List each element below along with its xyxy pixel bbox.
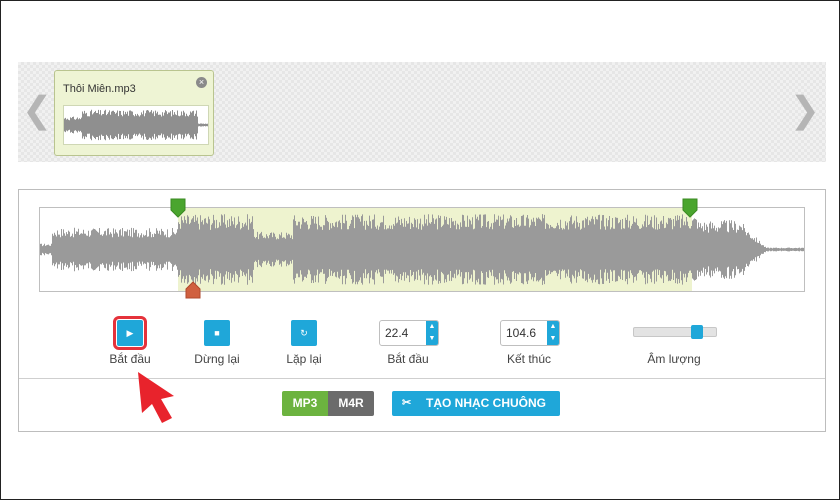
close-circle-icon[interactable]: × [196,77,207,88]
file-name: Thôi Miên.mp3 [63,83,136,95]
end-marker[interactable] [682,198,698,218]
loop-button[interactable]: ↻ [291,320,317,346]
make-ringtone-button[interactable]: ✂ TẠO NHẠC CHUÔNG [392,391,560,416]
volume-slider[interactable] [633,325,717,339]
loop-label: Lặp lại [286,352,322,366]
stop-button[interactable]: ■ [204,320,230,346]
waveform [40,214,804,285]
chevron-down-icon[interactable]: ▼ [547,333,559,345]
chevron-right-icon[interactable]: ❯ [790,92,820,128]
start-time-stepper[interactable]: ▲ ▼ [379,320,439,346]
file-waveform-thumbnail [63,105,209,145]
format-mp3-button[interactable]: MP3 [282,391,328,416]
chevron-up-icon[interactable]: ▲ [547,321,559,333]
start-time-arrows: ▲ ▼ [426,321,438,345]
chevron-up-icon[interactable]: ▲ [426,321,438,333]
make-ringtone-label: TẠO NHẠC CHUÔNG [426,396,546,410]
loop-icon: ↻ [300,328,308,338]
chevron-left-icon[interactable]: ❮ [22,92,52,128]
scissors-icon: ✂ [402,397,412,409]
file-strip: ❮ Thôi Miên.mp3 × ❯ [18,62,826,162]
stop-label: Dừng lại [194,352,240,366]
play-icon: ▶ [126,328,134,338]
stop-icon: ■ [214,328,220,338]
end-time-label: Kết thúc [506,352,552,366]
start-marker[interactable] [170,198,186,218]
format-m4r-button[interactable]: M4R [328,391,374,416]
end-time-stepper[interactable]: ▲ ▼ [500,320,560,346]
file-card[interactable]: Thôi Miên.mp3 × [54,70,214,156]
start-time-label: Bắt đầu [387,352,429,366]
chevron-down-icon[interactable]: ▼ [426,333,438,345]
waveform-area[interactable] [39,207,805,292]
play-button[interactable]: ▶ [113,316,147,350]
end-time-arrows: ▲ ▼ [547,321,559,345]
thumbnail-waveform [64,109,208,141]
end-time-input[interactable] [501,321,543,345]
start-time-input[interactable] [380,321,422,345]
play-label: Bắt đầu [109,352,151,366]
playhead-marker[interactable] [185,281,201,299]
pointer-arrow-icon [138,372,174,423]
volume-label: Âm lượng [647,352,701,366]
volume-slider-thumb[interactable] [691,325,703,339]
